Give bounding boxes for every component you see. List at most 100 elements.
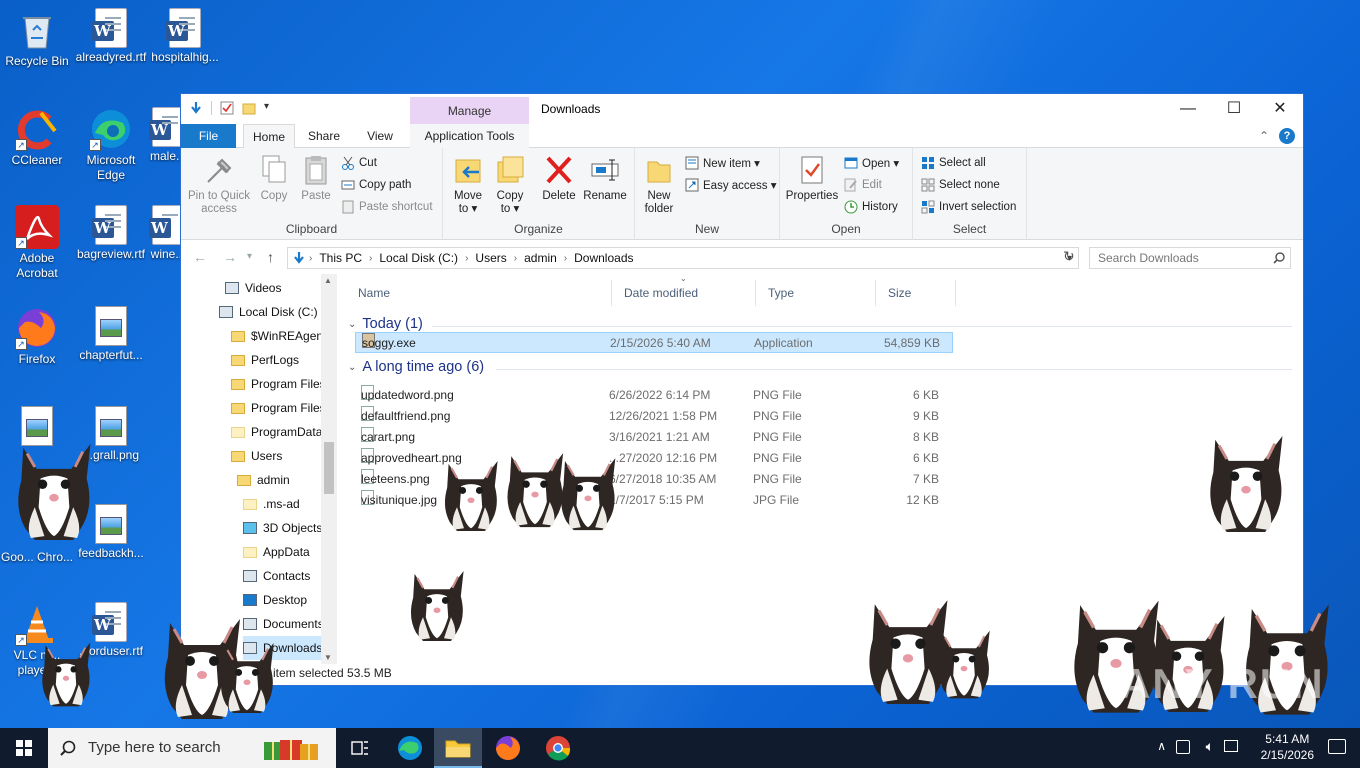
group-collapse-chevron-icon[interactable]: ⌄ <box>348 319 356 330</box>
file-row[interactable]: defaultfriend.png 12/26/2021 1:58 PM PNG F… <box>355 406 953 427</box>
desktop-icon-orduser[interactable]: ...orduser.rtf <box>74 598 148 659</box>
nav-item[interactable]: Local Disk (C:) <box>219 300 318 324</box>
desktop-icon-grall[interactable]: ...grall.png <box>74 402 148 463</box>
nav-item[interactable]: Contacts <box>243 564 310 588</box>
nav-item[interactable]: Desktop <box>243 588 307 612</box>
recent-locations-chevron-icon[interactable]: ▾ <box>247 251 252 262</box>
delete-button[interactable]: Delete <box>539 154 579 203</box>
taskbar-firefox-button[interactable] <box>484 728 532 768</box>
taskbar-file-explorer-button[interactable] <box>434 728 482 768</box>
volume-icon[interactable]: 🔈︎ <box>1206 738 1214 755</box>
tab-application-tools[interactable]: Application Tools <box>410 124 529 148</box>
breadcrumb-downloads[interactable]: Downloads <box>574 251 633 265</box>
history-button[interactable]: History <box>844 200 898 214</box>
nav-item[interactable]: Program Files <box>231 396 326 420</box>
desktop-icon-firefox[interactable]: ↗ Firefox <box>0 302 74 367</box>
nav-item[interactable]: $WinREAgent <box>231 324 326 348</box>
properties-button[interactable]: Properties <box>784 154 840 203</box>
task-view-button[interactable] <box>336 728 384 768</box>
properties-check-icon[interactable] <box>220 101 234 115</box>
column-header-name[interactable]: Name <box>346 280 612 306</box>
forward-arrow-icon[interactable]: → <box>223 249 237 265</box>
column-header-type[interactable]: Type <box>756 280 876 306</box>
back-arrow-icon[interactable]: ← <box>193 249 207 265</box>
desktop-icon-acrobat[interactable]: ↗ Adobe Acrobat <box>0 201 74 281</box>
column-header-size[interactable]: Size <box>876 280 956 306</box>
notifications-icon[interactable] <box>1328 739 1346 754</box>
desktop-icon-chrome[interactable]: Goo... Chro... <box>0 500 74 565</box>
select-none-button[interactable]: Select none <box>921 178 1000 192</box>
desktop-icon-bagreview[interactable]: bagreview.rtf <box>74 201 148 262</box>
copy-path-button[interactable]: Copy path <box>341 178 411 192</box>
breadcrumb-admin[interactable]: admin <box>524 251 557 265</box>
tab-share[interactable]: Share <box>299 124 349 148</box>
close-button[interactable]: ✕ <box>1257 94 1303 124</box>
up-arrow-icon[interactable]: ↑ <box>267 249 274 265</box>
group-header[interactable]: ⌄ Today (1) <box>346 316 423 332</box>
edit-button[interactable]: Edit <box>844 178 882 192</box>
file-list[interactable]: Name Date modified ⌄ Type Size ⌄ Today (1… <box>346 274 1304 664</box>
address-bar[interactable]: › This PC › Local Disk (C:) › Users › ad… <box>287 247 1079 269</box>
column-header-date-modified[interactable]: Date modified <box>612 280 756 306</box>
rename-button[interactable]: Rename <box>583 154 627 203</box>
select-all-button[interactable]: Select all <box>921 156 986 170</box>
file-row[interactable]: leeteens.png 6/27/2018 10:35 AM PNG File 7 … <box>355 469 953 490</box>
file-row[interactable]: soggy.exe 2/15/2026 5:40 AM Application 54,… <box>355 332 953 353</box>
copy-to-button[interactable]: Copy to ▾ <box>491 154 529 216</box>
chevron-up-icon[interactable]: ⌃ <box>1259 129 1269 143</box>
taskbar-edge-button[interactable] <box>386 728 434 768</box>
breadcrumb-users[interactable]: Users <box>475 251 506 265</box>
title-bar[interactable]: ▾ Manage Downloads — ☐ ✕ <box>181 94 1303 125</box>
minimize-button[interactable]: — <box>1165 94 1211 124</box>
open-button[interactable]: Open ▾ <box>844 156 899 170</box>
nav-item[interactable]: 3D Objects <box>243 516 322 540</box>
nav-item[interactable]: Downloads <box>243 636 323 660</box>
nav-item[interactable]: .ms-ad <box>243 492 300 516</box>
breadcrumb-this-pc[interactable]: This PC <box>319 251 362 265</box>
breadcrumb-local-disk[interactable]: Local Disk (C:) <box>379 251 458 265</box>
network-icon[interactable] <box>1224 740 1238 752</box>
desktop-icon-image-a[interactable] <box>0 402 74 448</box>
chevron-down-icon[interactable]: ▾ <box>264 101 278 115</box>
file-row[interactable]: carart.png 3/16/2021 1:21 AM PNG File 8 KB <box>355 427 953 448</box>
scrollbar-thumb[interactable] <box>324 442 334 494</box>
tray-chevron-up-icon[interactable]: ∧ <box>1157 739 1166 753</box>
desktop-icon-vlc[interactable]: ↗ VLC m... playe... <box>0 598 74 678</box>
nav-item[interactable]: PerfLogs <box>231 348 299 372</box>
desktop-icon-edge[interactable]: ↗ Microsoft Edge <box>74 103 148 183</box>
nav-item[interactable]: admin <box>237 468 290 492</box>
new-folder-button[interactable]: New folder <box>639 154 679 216</box>
nav-item[interactable]: AppData <box>243 540 310 564</box>
nav-item[interactable]: Documents <box>243 612 324 636</box>
move-to-button[interactable]: Move to ▾ <box>449 154 487 216</box>
clock[interactable]: 5:41 AM 2/15/2026 <box>1261 731 1314 763</box>
meet-now-icon[interactable] <box>1176 740 1190 754</box>
group-collapse-chevron-icon[interactable]: ⌄ <box>348 362 356 373</box>
nav-item[interactable]: ProgramData <box>231 420 322 444</box>
search-input[interactable]: Search Downloads <box>1089 247 1291 269</box>
desktop-icon-alreadyred[interactable]: alreadyred.rtf <box>74 4 148 65</box>
desktop-icon-hospitalhig[interactable]: hospitalhig... <box>148 4 222 65</box>
pin-to-quick-access-button[interactable]: Pin to Quick access <box>187 154 251 216</box>
new-item-button[interactable]: New item ▾ <box>685 156 760 170</box>
file-row[interactable]: visitunique.jpg 1/7/2017 5:15 PM JPG File 1… <box>355 490 953 511</box>
taskbar-chrome-button[interactable] <box>534 728 582 768</box>
copy-button[interactable]: Copy <box>255 154 293 203</box>
nav-item[interactable]: Program Files <box>231 372 326 396</box>
paste-shortcut-button[interactable]: Paste shortcut <box>341 200 433 214</box>
scroll-up-icon[interactable]: ▲ <box>324 276 332 285</box>
maximize-button[interactable]: ☐ <box>1211 94 1257 124</box>
group-header[interactable]: ⌄ A long time ago (6) <box>346 359 484 375</box>
nav-item[interactable]: Videos <box>225 276 281 300</box>
file-row[interactable]: approvedheart.png ...27/2020 12:16 PM PNG … <box>355 448 953 469</box>
desktop-icon-feedbackh[interactable]: feedbackh... <box>74 500 148 561</box>
desktop-icon-recycle-bin[interactable]: Recycle Bin <box>0 4 74 69</box>
desktop-icon-chapterfut[interactable]: chapterfut... <box>74 302 148 363</box>
refresh-icon[interactable]: ↻ <box>1063 248 1075 265</box>
tab-view[interactable]: View <box>355 124 405 148</box>
easy-access-button[interactable]: Easy access ▾ <box>685 178 777 192</box>
navigation-pane[interactable]: Videos Local Disk (C:) $WinREAgent PerfLogs… <box>181 274 337 664</box>
help-icon[interactable]: ? <box>1279 128 1295 144</box>
search-highlights-gifts-icon[interactable] <box>262 734 332 765</box>
down-arrow-icon[interactable] <box>189 101 203 115</box>
